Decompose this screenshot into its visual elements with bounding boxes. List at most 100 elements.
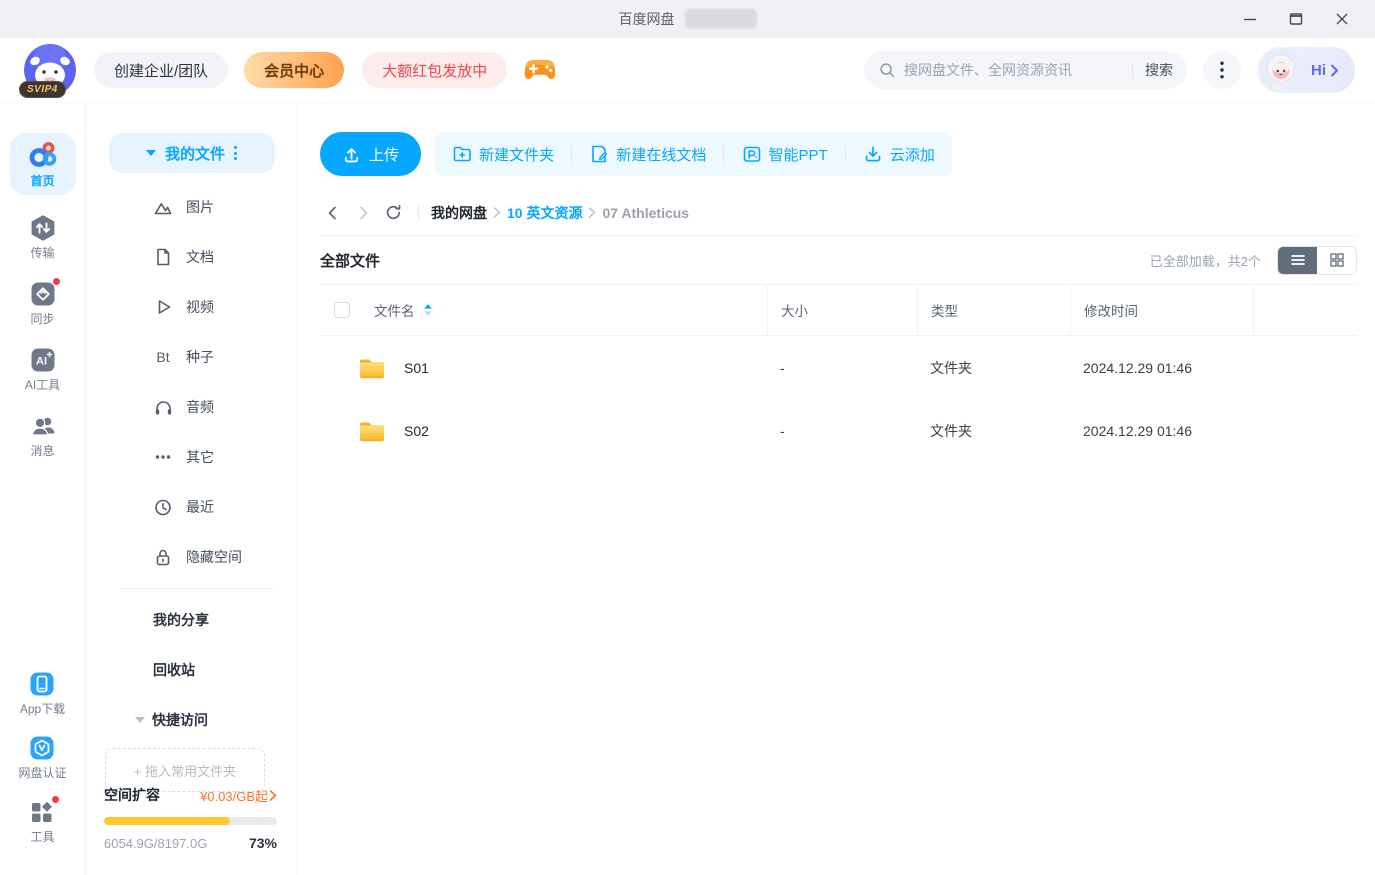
rail-item-sync[interactable]: 同步	[30, 281, 56, 327]
astronaut-avatar-image	[1259, 48, 1303, 92]
upload-icon	[342, 145, 361, 164]
category-label: 视频	[186, 297, 214, 317]
category-label: 文档	[186, 247, 214, 267]
refresh-icon	[384, 203, 403, 222]
document-icon	[153, 247, 173, 267]
new-folder-button[interactable]: 新建文件夹	[452, 144, 554, 165]
folder-icon	[358, 356, 386, 380]
file-name: S02	[404, 423, 429, 439]
rail-label-transfer: 传输	[30, 244, 54, 261]
grid-view-button[interactable]	[1317, 247, 1356, 274]
new-online-doc-button[interactable]: 新建在线文档	[589, 144, 706, 165]
sidebar-item-audio[interactable]: 音频	[86, 382, 297, 432]
file-modified: 2024.12.29 01:46	[1070, 336, 1253, 399]
my-files-more-icon[interactable]	[234, 146, 237, 160]
search-bar[interactable]: 搜索	[864, 51, 1187, 89]
account-pill[interactable]: Hi	[1257, 47, 1355, 93]
clock-icon	[153, 497, 173, 517]
rail-item-app-download[interactable]: App下载	[20, 671, 65, 717]
member-center-button[interactable]: 会员中心	[244, 52, 344, 88]
quick-access-header[interactable]: 快捷访问	[86, 695, 297, 745]
messages-icon	[30, 413, 56, 439]
quick-access-label: 快捷访问	[152, 710, 208, 730]
netdisk-logo-icon	[28, 139, 58, 169]
smart-ppt-button[interactable]: 智能PPT	[742, 144, 828, 165]
sidebar-item-torrents[interactable]: Bt 种子	[86, 332, 297, 382]
user-avatar[interactable]: SVIP4	[24, 44, 76, 96]
search-input[interactable]	[904, 62, 1120, 78]
storage-progress-track	[104, 817, 277, 825]
storage-upgrade-link[interactable]: ¥0.03/GB起	[200, 786, 277, 805]
collapse-triangle-gray-icon	[135, 717, 145, 723]
search-divider	[1132, 62, 1133, 78]
rail-item-transfer[interactable]: 传输	[30, 215, 56, 261]
kebab-menu-icon	[1220, 61, 1224, 79]
rail-item-tools[interactable]: 工具	[29, 799, 55, 845]
upload-label: 上传	[369, 144, 399, 165]
sidebar-item-my-share[interactable]: 我的分享	[86, 595, 297, 645]
rail-item-ai-tools[interactable]: AI AI工具	[25, 347, 60, 393]
refresh-button[interactable]	[380, 200, 406, 226]
collapse-triangle-icon	[146, 150, 156, 156]
red-packet-button[interactable]: 大额红包发放中	[362, 52, 507, 88]
sync-notification-dot	[52, 277, 61, 286]
maximize-button[interactable]	[1273, 0, 1319, 38]
more-menu-button[interactable]	[1203, 51, 1241, 89]
minimize-button[interactable]	[1227, 0, 1273, 38]
window-title: 百度网盘	[619, 9, 675, 29]
search-button[interactable]: 搜索	[1145, 60, 1173, 80]
folder-icon	[358, 419, 386, 443]
rail-item-certification[interactable]: 网盘认证	[18, 735, 66, 781]
rail-label-messages: 消息	[30, 442, 54, 459]
sidebar-item-recent[interactable]: 最近	[86, 482, 297, 532]
table-header: 文件名 大小 类型 修改时间	[320, 284, 1357, 336]
category-label: 最近	[186, 497, 214, 517]
sidebar-item-hidden-space[interactable]: 隐藏空间	[86, 532, 297, 582]
select-all-checkbox[interactable]	[334, 302, 350, 318]
smart-ppt-icon	[742, 144, 762, 164]
rail-item-messages[interactable]: 消息	[30, 413, 56, 459]
storage-usage-text: 6054.9G/8197.0G	[104, 836, 207, 851]
column-type[interactable]: 类型	[917, 285, 1070, 335]
column-modified[interactable]: 修改时间	[1070, 285, 1253, 335]
sidebar-item-my-files[interactable]: 我的文件	[109, 133, 275, 173]
game-center-button[interactable]	[523, 55, 557, 85]
new-doc-icon	[589, 144, 609, 164]
category-label: 音频	[186, 397, 214, 417]
filelist-header: 全部文件 已全部加载，共2个	[320, 236, 1357, 284]
minimize-icon	[1243, 12, 1257, 26]
file-name: S01	[404, 360, 429, 376]
close-button[interactable]	[1319, 0, 1365, 38]
breadcrumb-item-parent[interactable]: 10 英文资源	[507, 203, 582, 223]
forward-button[interactable]	[350, 200, 376, 226]
cloud-add-label: 云添加	[890, 144, 935, 165]
table-row[interactable]: S01 - 文件夹 2024.12.29 01:46	[320, 336, 1357, 399]
smart-ppt-label: 智能PPT	[769, 144, 828, 165]
category-label: 其它	[186, 447, 214, 467]
column-name[interactable]: 文件名	[374, 300, 415, 320]
storage-expand-label: 空间扩容	[104, 785, 160, 805]
sidebar-item-recycle-bin[interactable]: 回收站	[86, 645, 297, 695]
left-rail: 首页 传输 同步	[0, 103, 86, 875]
sort-icon[interactable]	[423, 303, 433, 317]
column-size[interactable]: 大小	[767, 285, 917, 335]
action-separator	[845, 146, 846, 162]
header: SVIP4 创建企业/团队 会员中心 大额红包发放中 搜索	[0, 38, 1375, 103]
upload-button[interactable]: 上传	[320, 132, 421, 176]
sidebar-item-other[interactable]: 其它	[86, 432, 297, 482]
all-files-title: 全部文件	[320, 250, 380, 271]
sidebar-item-videos[interactable]: 视频	[86, 282, 297, 332]
titlebar[interactable]: 百度网盘	[0, 0, 1375, 38]
breadcrumb-item-current: 07 Athleticus	[602, 205, 689, 221]
rail-label-app-download: App下载	[20, 700, 65, 717]
create-team-button[interactable]: 创建企业/团队	[94, 52, 228, 88]
breadcrumb-item-root[interactable]: 我的网盘	[431, 203, 487, 223]
list-view-button[interactable]	[1278, 247, 1317, 274]
sidebar-item-images[interactable]: 图片	[86, 182, 297, 232]
rail-item-home[interactable]: 首页	[10, 133, 76, 195]
table-row[interactable]: S02 - 文件夹 2024.12.29 01:46	[320, 399, 1357, 462]
sidebar-item-documents[interactable]: 文档	[86, 232, 297, 282]
back-button[interactable]	[320, 200, 346, 226]
cloud-add-button[interactable]: 云添加	[863, 144, 935, 165]
action-separator	[571, 146, 572, 162]
